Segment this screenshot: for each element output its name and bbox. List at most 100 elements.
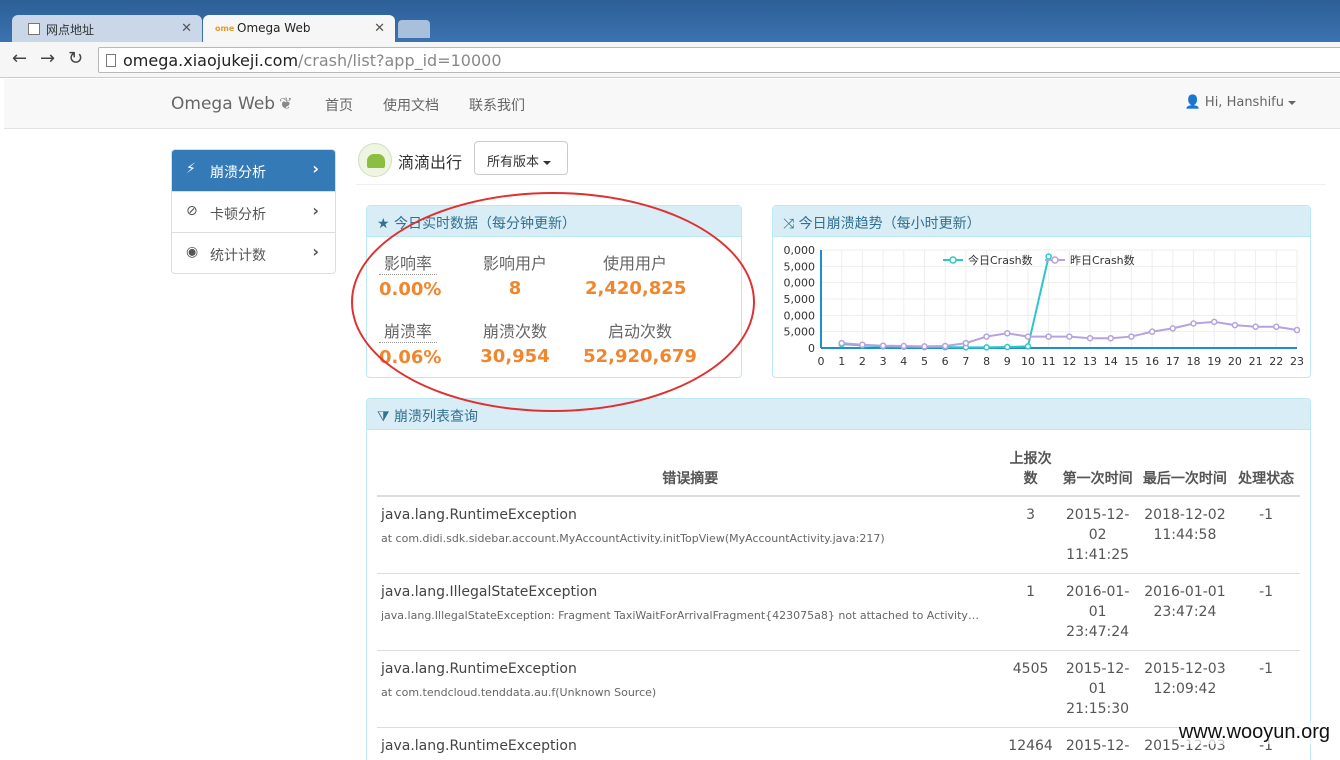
col-summary[interactable]: 错误摘要 [377, 443, 1004, 497]
x-tick-label: 17 [1166, 355, 1180, 368]
error-title[interactable]: java.lang.RuntimeException [381, 659, 1000, 679]
error-title[interactable]: java.lang.RuntimeException [381, 505, 1000, 525]
cell-summary: java.lang.RuntimeException at com.tendclo… [377, 650, 1004, 728]
user-greeting: Hi, Hanshifu [1204, 95, 1284, 110]
url-path: /crash/list?app_id=10000 [298, 51, 502, 70]
app-name: 滴滴出行 [398, 153, 463, 172]
col-status[interactable]: 处理状态 [1232, 443, 1300, 497]
cell-first-time: 2016-01-01 23:47:24 [1057, 573, 1138, 651]
chevron-right-icon: › [312, 159, 319, 178]
data-point [962, 339, 970, 347]
data-point [1252, 323, 1259, 331]
android-icon [358, 143, 392, 177]
data-point [1293, 326, 1301, 334]
x-tick-label: 5 [921, 355, 928, 368]
col-first-time[interactable]: 第一次时间 [1057, 443, 1138, 497]
table-row[interactable]: java.lang.RuntimeException 12464 2015-12… [377, 727, 1300, 760]
y-tick-label: 0,000 [784, 244, 816, 257]
error-title[interactable]: java.lang.RuntimeException [381, 736, 1000, 756]
data-point [1190, 320, 1197, 327]
x-tick-label: 23 [1290, 355, 1304, 368]
back-arrow-icon[interactable]: ← [12, 49, 27, 69]
panel-heading: ⤨ 今日崩溃趋势（每小时更新） [773, 206, 1310, 237]
x-tick-label: 19 [1207, 355, 1221, 368]
user-menu[interactable]: 👤 Hi, Hanshifu [1185, 95, 1296, 110]
crash-list-title: 崩溃列表查询 [393, 409, 478, 425]
sidebar-item-label: 卡顿分析 [210, 207, 266, 223]
nav-link-home[interactable]: 首页 [325, 95, 353, 115]
browser-tab-2[interactable]: ome Omega Web ✕ [203, 15, 395, 42]
cell-status: -1 [1232, 496, 1300, 574]
chevron-right-icon: › [312, 201, 319, 220]
data-point [983, 333, 990, 340]
y-tick-label: 0 [808, 342, 815, 355]
cell-last-time: 2016-01-01 23:47:24 [1137, 573, 1233, 651]
brand-link[interactable]: Omega Web ❦ [171, 94, 292, 114]
sidebar-item-statistics[interactable]: ◉ 统计计数 › [172, 232, 335, 273]
sidebar-item-crash-analysis[interactable]: ⚡ 崩溃分析 › [172, 150, 335, 191]
version-select[interactable]: 所有版本 [474, 141, 568, 175]
data-point [1024, 343, 1032, 350]
error-detail: java.lang.IllegalStateException: Fragmen… [381, 609, 981, 622]
cell-summary: java.lang.RuntimeException [377, 727, 1004, 760]
bolt-icon: ⚡ [186, 161, 196, 177]
data-point [983, 344, 990, 351]
leaf-icon: ❦ [279, 94, 293, 113]
col-last-time[interactable]: 最后一次时间 [1137, 443, 1233, 497]
cell-first-time: 2015-12-01 21:15:30 [1057, 650, 1138, 728]
sidebar-item-label: 崩溃分析 [210, 165, 266, 181]
user-icon: 👤 [1184, 95, 1201, 110]
legend-marker [1051, 256, 1059, 264]
x-tick-label: 10 [1021, 355, 1035, 368]
table-row[interactable]: java.lang.RuntimeException at com.didi.sd… [377, 496, 1300, 574]
top-navbar: Omega Web ❦ 首页 使用文档 联系我们 👤 Hi, Hanshifu [4, 79, 1340, 129]
sidebar-item-lag-analysis[interactable]: ⊘ 卡顿分析 › [172, 191, 335, 232]
cell-first-time: 2015-12-02 11:41:25 [1057, 496, 1138, 574]
data-point [1107, 334, 1114, 342]
filter-icon: ⧩ [377, 409, 390, 425]
x-tick-label: 14 [1104, 355, 1118, 368]
x-tick-label: 8 [983, 355, 990, 368]
x-tick-label: 20 [1228, 355, 1242, 368]
cell-summary: java.lang.RuntimeException at com.didi.sd… [377, 496, 1004, 574]
col-count[interactable]: 上报次数 [1003, 443, 1058, 497]
omega-favicon-icon: ome [215, 24, 235, 33]
url-host: omega.xiaojukeji.com [123, 51, 299, 70]
x-tick-label: 11 [1042, 355, 1056, 368]
x-tick-label: 22 [1269, 355, 1283, 368]
data-point [1273, 323, 1280, 331]
cell-count: 4505 [1003, 650, 1058, 728]
new-tab-button[interactable] [398, 20, 430, 38]
x-tick-label: 12 [1062, 355, 1076, 368]
y-tick-label: 5,000 [784, 293, 816, 306]
tab-title: 网点地址 [46, 23, 95, 37]
app-header: 滴滴出行 所有版本 [356, 141, 1326, 185]
cell-first-time: 2015-12- [1057, 727, 1138, 760]
x-tick-label: 9 [1004, 355, 1011, 368]
cell-summary: java.lang.IllegalStateException java.lang… [377, 573, 1004, 651]
table-row[interactable]: java.lang.IllegalStateException java.lang… [377, 573, 1300, 651]
nav-link-docs[interactable]: 使用文档 [383, 95, 439, 115]
sidebar-item-label: 统计计数 [210, 248, 266, 264]
nav-link-contact[interactable]: 联系我们 [469, 95, 525, 115]
legend-marker [949, 256, 957, 264]
close-tab-icon[interactable]: ✕ [181, 21, 192, 36]
reload-icon[interactable]: ↻ [68, 49, 83, 69]
data-point [838, 339, 845, 347]
forward-arrow-icon[interactable]: → [40, 49, 55, 69]
table-row[interactable]: java.lang.RuntimeException at com.tendclo… [377, 650, 1300, 728]
browser-tab-1[interactable]: 网点地址 ✕ [12, 15, 202, 42]
close-tab-icon[interactable]: ✕ [374, 21, 385, 36]
error-title[interactable]: java.lang.IllegalStateException [381, 582, 1000, 602]
data-point [859, 341, 866, 348]
cell-count: 12464 [1003, 727, 1058, 760]
data-point [941, 342, 949, 350]
star-icon: ★ [377, 216, 390, 232]
x-tick-label: 7 [962, 355, 969, 368]
browser-toolbar: ← → ↻ omega.xiaojukeji.com/crash/list?ap… [0, 42, 1340, 78]
address-bar[interactable]: omega.xiaojukeji.com/crash/list?app_id=1… [98, 47, 1340, 73]
x-tick-label: 15 [1124, 355, 1138, 368]
y-tick-label: 0,000 [784, 309, 816, 322]
data-point [1148, 328, 1156, 335]
legend-label: 昨日Crash数 [1070, 254, 1135, 267]
